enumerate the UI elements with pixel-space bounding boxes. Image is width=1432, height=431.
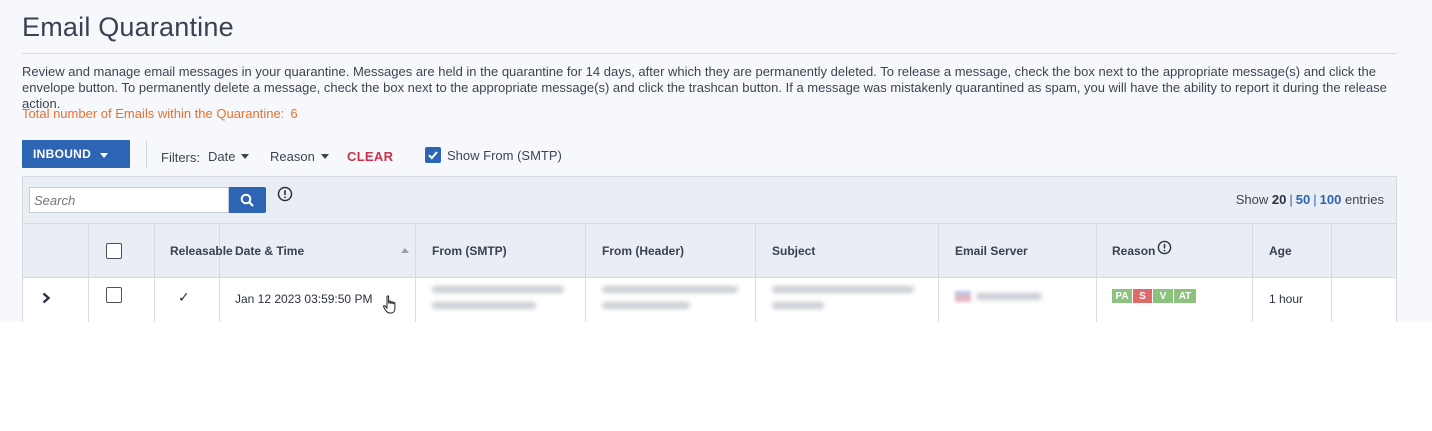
reason-badge-pa: PA	[1112, 289, 1132, 303]
chevron-down-icon	[241, 154, 250, 159]
filter-reason-label: Reason	[270, 149, 315, 164]
entries-option-50[interactable]: 50	[1296, 192, 1310, 207]
total-label-text: Total number of Emails within the Quaran…	[22, 106, 285, 121]
total-count-value: 6	[290, 106, 298, 121]
show-from-label: Show From (SMTP)	[447, 148, 562, 163]
total-count-label: Total number of Emails within the Quaran…	[22, 106, 298, 121]
redacted-from-smtp	[432, 286, 564, 293]
column-header-subject[interactable]: Subject	[772, 244, 815, 258]
sort-ascending-icon[interactable]	[401, 248, 409, 253]
title-divider	[22, 53, 1397, 54]
redacted-from-header	[602, 286, 738, 293]
quarantine-table-panel: Show 20|50|100 entries Releasable Date &…	[22, 176, 1397, 322]
search-icon	[240, 193, 254, 207]
select-all-checkbox[interactable]	[106, 243, 122, 259]
row-date-time: Jan 12 2023 03:59:50 PM	[235, 292, 373, 306]
filters-label: Filters:	[161, 150, 200, 165]
entries-suffix-label: entries	[1344, 192, 1384, 207]
info-icon[interactable]	[277, 186, 293, 202]
clear-filters-button[interactable]: CLEAR	[347, 149, 393, 164]
show-from-checkbox[interactable]	[425, 147, 441, 163]
column-header-reason[interactable]: Reason	[1112, 244, 1155, 258]
page-title: Email Quarantine	[22, 12, 234, 42]
column-header-releasable: Releasable	[170, 244, 233, 258]
direction-label: INBOUND	[33, 147, 92, 161]
filter-date-label: Date	[208, 149, 236, 164]
page-description: Review and manage email messages in your…	[22, 64, 1387, 111]
row-age: 1 hour	[1269, 292, 1304, 306]
search-input[interactable]	[29, 187, 229, 213]
entries-option-100[interactable]: 100	[1320, 192, 1342, 207]
table-row[interactable]: ✓ Jan 12 2023 03:59:50 PM PA S V AT 1 ho…	[23, 277, 1396, 322]
filter-reason-dropdown[interactable]: Reason	[270, 149, 329, 164]
redacted-subject	[772, 286, 914, 293]
expand-row-chevron-icon[interactable]	[41, 292, 51, 304]
reason-badge-at: AT	[1174, 289, 1196, 303]
hand-cursor-icon	[382, 295, 396, 314]
chevron-down-icon	[320, 154, 329, 159]
reason-badge-v: V	[1153, 289, 1173, 303]
entries-show-label: Show	[1235, 192, 1269, 207]
row-select-checkbox[interactable]	[106, 287, 122, 303]
releasable-check-icon: ✓	[178, 289, 190, 305]
table-header: Releasable Date & Time From (SMTP) From …	[23, 223, 1396, 278]
column-header-email-server[interactable]: Email Server	[955, 244, 1028, 258]
info-icon[interactable]	[1157, 240, 1172, 255]
toolbar-divider	[146, 141, 147, 168]
column-header-date-time[interactable]: Date & Time	[235, 244, 304, 258]
direction-dropdown-button[interactable]: INBOUND	[22, 140, 130, 168]
entries-per-page: Show 20 | 50 | 100 entries	[1235, 192, 1384, 207]
entries-option-20[interactable]: 20	[1272, 192, 1286, 207]
check-icon	[428, 151, 438, 160]
column-header-from-header[interactable]: From (Header)	[602, 244, 684, 258]
reason-badge-s: S	[1133, 289, 1152, 303]
search-button[interactable]	[229, 187, 266, 213]
column-header-from-smtp[interactable]: From (SMTP)	[432, 244, 507, 258]
filter-date-dropdown[interactable]: Date	[208, 149, 250, 164]
chevron-down-icon	[100, 153, 108, 158]
server-flag-icon	[955, 291, 971, 302]
redacted-email-server	[976, 293, 1042, 300]
column-header-age[interactable]: Age	[1269, 244, 1292, 258]
